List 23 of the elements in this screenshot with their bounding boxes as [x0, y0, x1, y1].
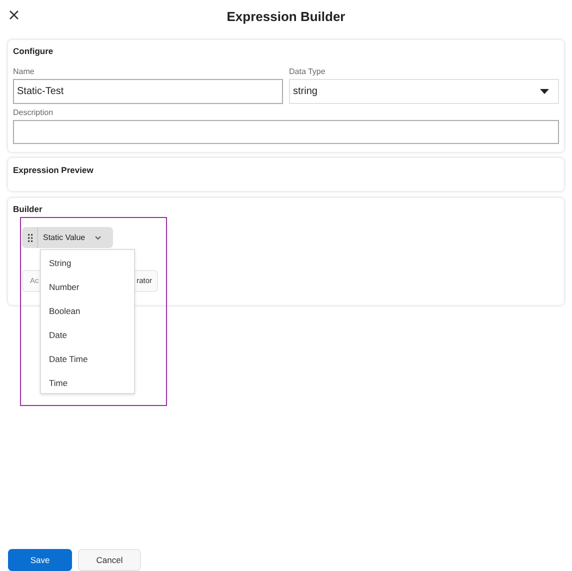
section-heading: Configure: [13, 45, 54, 58]
dropdown-caret-icon: [540, 88, 549, 94]
chevron-down-icon: [95, 236, 102, 240]
menu-item[interactable]: Date: [41, 323, 134, 347]
data-type-dropdown[interactable]: string: [289, 78, 559, 104]
field-label: Data Type: [289, 66, 326, 78]
name-field[interactable]: Static-Test: [13, 78, 283, 104]
save-button[interactable]: Save: [8, 549, 72, 571]
description-field[interactable]: [13, 120, 559, 144]
menu-item[interactable]: Boolean: [41, 299, 134, 323]
section-heading: Expression Preview: [13, 164, 94, 176]
cancel-button[interactable]: Cancel: [78, 549, 141, 571]
menu-item[interactable]: Number: [41, 275, 134, 299]
close-icon[interactable]: [9, 10, 19, 20]
static-value-chip[interactable]: Static Value: [22, 227, 113, 248]
menu-item[interactable]: String: [41, 251, 134, 275]
field-label: Name: [13, 66, 36, 78]
section-heading: Builder: [13, 202, 44, 216]
menu-item[interactable]: Time: [41, 371, 134, 395]
window-title: Expression Builder: [226, 8, 346, 26]
field-label: Description: [13, 106, 54, 119]
drag-handle-icon: [28, 234, 33, 242]
menu-item[interactable]: Date Time: [41, 347, 134, 371]
